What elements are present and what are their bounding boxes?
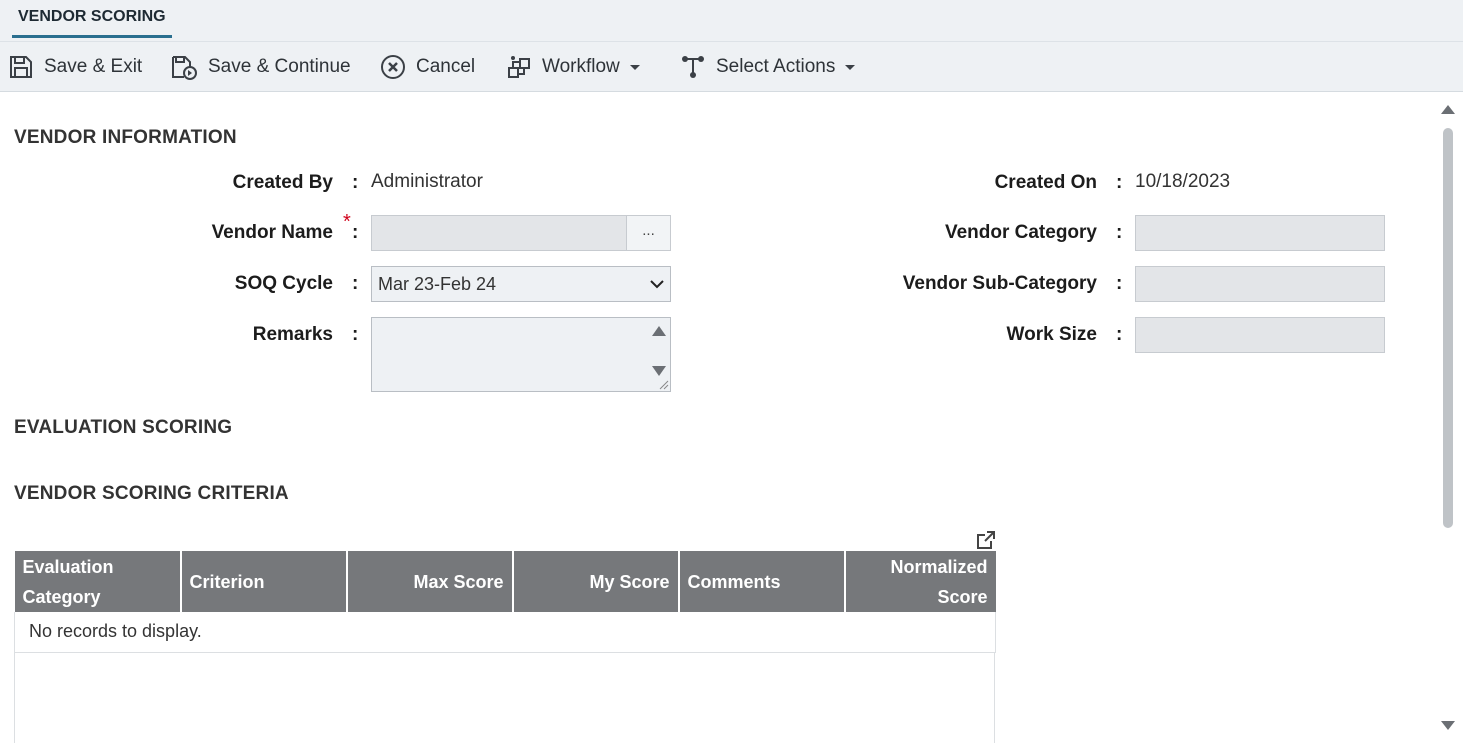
tab-vendor-scoring[interactable]: VENDOR SCORING xyxy=(12,0,172,38)
tab-bar: VENDOR SCORING xyxy=(0,0,1463,42)
soq-cycle-value: Mar 23-Feb 24 xyxy=(378,274,497,294)
workflow-dropdown[interactable]: Workflow xyxy=(506,51,640,83)
vendor-category-field[interactable] xyxy=(1135,215,1385,251)
column-header-max-score[interactable]: Max Score xyxy=(346,551,514,612)
toolbar: Save & Exit Save & Continue Cancel Workf… xyxy=(0,42,1463,92)
actions-icon xyxy=(682,56,704,78)
vendor-name-lookup-button[interactable]: ... xyxy=(626,215,671,251)
empty-message: No records to display. xyxy=(14,612,996,653)
column-header-my-score[interactable]: My Score xyxy=(512,551,680,612)
save-exit-label: Save & Exit xyxy=(44,56,143,77)
vertical-scrollbar[interactable] xyxy=(1436,93,1463,743)
cancel-label: Cancel xyxy=(416,56,476,77)
evaluation-scoring-title: EVALUATION SCORING xyxy=(14,417,233,438)
created-by-label: Created By xyxy=(232,172,333,193)
colon: : xyxy=(352,324,359,345)
scrollbar-thumb[interactable] xyxy=(1443,128,1453,528)
work-size-label: Work Size xyxy=(1006,324,1097,345)
required-marker: * xyxy=(343,211,351,233)
scroll-down-icon[interactable] xyxy=(652,366,666,376)
column-header-text: Category xyxy=(22,586,101,607)
workflow-label: Workflow xyxy=(542,56,620,77)
save-icon xyxy=(10,56,32,78)
remarks-label: Remarks xyxy=(252,324,333,345)
resize-handle-icon[interactable] xyxy=(659,380,669,390)
soq-cycle-label: SOQ Cycle xyxy=(234,273,333,294)
colon: : xyxy=(1116,324,1123,345)
column-header-normalized-score[interactable]: Normalized Score xyxy=(844,551,996,612)
cancel-button[interactable]: Cancel xyxy=(380,51,475,83)
workflow-icon xyxy=(508,56,530,78)
cancel-icon xyxy=(381,55,405,79)
scroll-up-icon[interactable] xyxy=(652,326,666,336)
save-continue-icon xyxy=(172,56,197,80)
select-actions-label: Select Actions xyxy=(716,56,836,77)
created-by-value: Administrator xyxy=(371,171,483,192)
empty-row: No records to display. xyxy=(14,612,996,653)
created-on-label: Created On xyxy=(994,172,1097,193)
soq-cycle-select[interactable]: Mar 23-Feb 24 xyxy=(371,266,671,302)
scroll-down-arrow-icon[interactable] xyxy=(1441,721,1455,730)
remarks-textarea[interactable] xyxy=(371,317,671,392)
select-actions-dropdown[interactable]: Select Actions xyxy=(680,51,856,83)
chevron-down-icon xyxy=(629,64,640,70)
vendor-name-label: Vendor Name xyxy=(212,222,333,244)
vendor-subcategory-field[interactable] xyxy=(1135,266,1385,302)
save-continue-button[interactable]: Save & Continue xyxy=(170,51,351,83)
work-size-field[interactable] xyxy=(1135,317,1385,353)
colon: : xyxy=(1116,172,1123,193)
vendor-category-label: Vendor Category xyxy=(944,222,1097,243)
save-exit-button[interactable]: Save & Exit xyxy=(8,51,142,83)
table-header-row: Evaluation Category Criterion Max Score … xyxy=(14,551,996,612)
popout-icon[interactable] xyxy=(975,529,997,551)
column-header-evaluation-category[interactable]: Evaluation Category xyxy=(14,551,182,612)
column-header-criterion[interactable]: Criterion xyxy=(180,551,348,612)
vendor-scoring-criteria-title: VENDOR SCORING CRITERIA xyxy=(14,483,289,504)
criteria-table: Evaluation Category Criterion Max Score … xyxy=(14,551,996,653)
vendor-subcategory-label: Vendor Sub-Category xyxy=(902,273,1097,294)
colon: : xyxy=(352,172,359,193)
vendor-name-field[interactable] xyxy=(371,215,627,251)
colon: : xyxy=(352,222,359,243)
save-continue-label: Save & Continue xyxy=(208,56,351,77)
chevron-down-icon xyxy=(650,280,664,289)
vendor-information-title: VENDOR INFORMATION xyxy=(14,127,237,148)
colon: : xyxy=(1116,273,1123,294)
chevron-down-icon xyxy=(845,64,856,70)
column-header-text: Evaluation xyxy=(22,556,114,577)
vendor-name-label-text: Vendor Name xyxy=(211,222,333,243)
column-header-text: Normalized xyxy=(890,556,988,577)
criteria-grid-body xyxy=(14,652,995,743)
scroll-up-arrow-icon[interactable] xyxy=(1441,105,1455,114)
column-header-text: Score xyxy=(937,586,988,607)
column-header-comments[interactable]: Comments xyxy=(678,551,846,612)
created-on-value: 10/18/2023 xyxy=(1135,171,1231,192)
colon: : xyxy=(1116,222,1123,243)
colon: : xyxy=(352,273,359,294)
main-content: VENDOR INFORMATION Created By : Administ… xyxy=(0,93,1436,743)
